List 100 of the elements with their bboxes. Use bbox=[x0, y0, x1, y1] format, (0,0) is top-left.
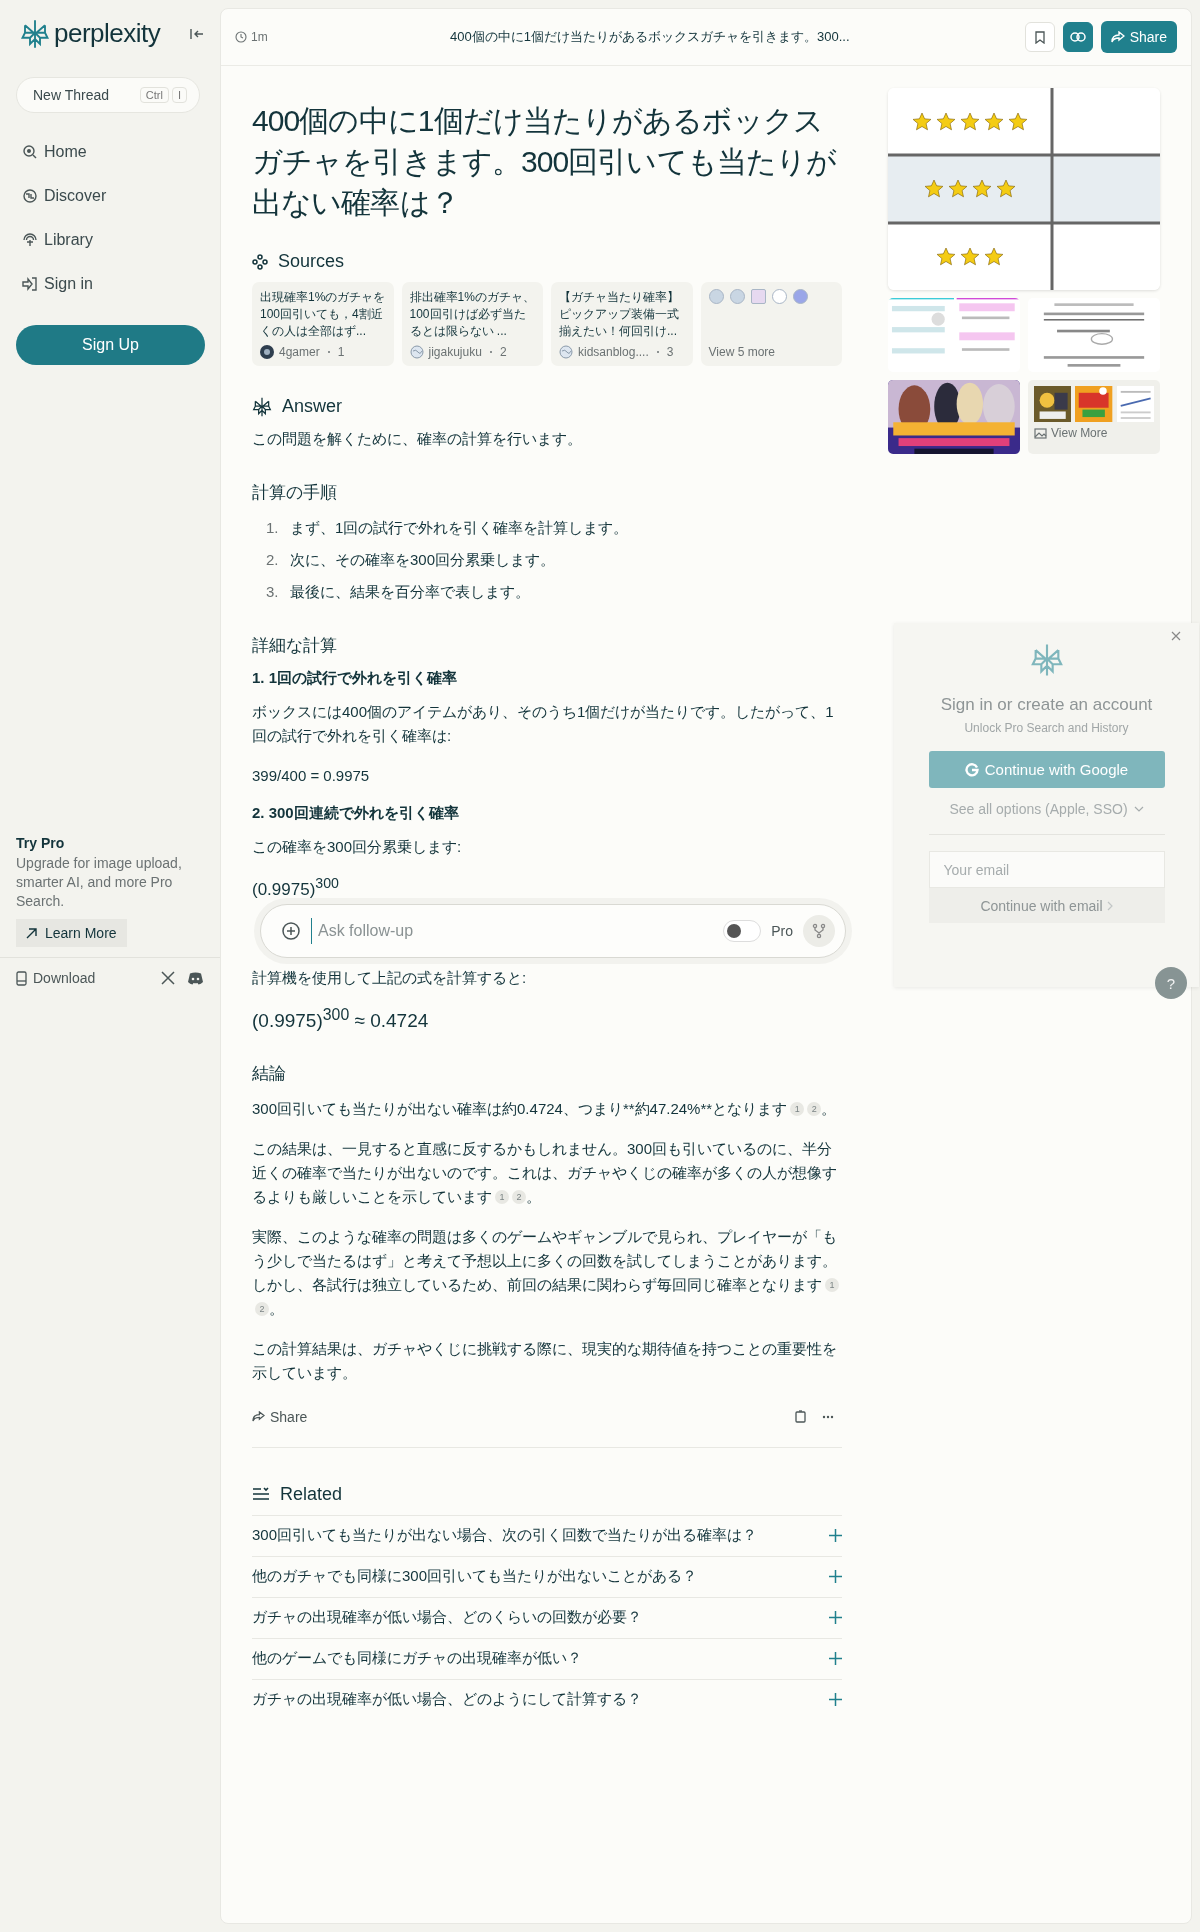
source-title: 【ガチャ当たり確率】ピックアップ装備一式揃えたい！何回引け... bbox=[559, 289, 680, 340]
brand-name: perplexity bbox=[54, 18, 162, 49]
globe-icon bbox=[22, 188, 38, 204]
section-title: Answer bbox=[282, 396, 343, 417]
panel-title: Sign in or create an account bbox=[940, 695, 1153, 715]
related-question[interactable]: 300回引いても当たりが出ない場合、次の引く回数で当たりが出る確率は？ bbox=[252, 1515, 842, 1556]
thread-age: 1m bbox=[251, 30, 268, 44]
sources-icon bbox=[252, 253, 268, 270]
paragraph: 実際、このような確率の問題は多くのゲームやギャンブルで見られ、プレイヤーが「もう少しで当たるはず」と考えて予想以上に多くの回数を試してしまうことがあります。しかし、各試行は独立しているため、前回の結果に関わらず毎回同じ確率となります 1 2 。 bbox=[252, 1227, 840, 1319]
download-button[interactable]: Download bbox=[16, 970, 149, 986]
section-heading: 計算の手順 bbox=[252, 482, 338, 504]
section-title: Related bbox=[280, 1484, 343, 1505]
sign-in-icon bbox=[22, 276, 38, 292]
nav-item[interactable]: Home bbox=[16, 137, 204, 167]
site-icon bbox=[708, 289, 724, 304]
logo-icon bbox=[20, 18, 50, 49]
related-icon bbox=[252, 1487, 270, 1502]
clock-icon bbox=[235, 31, 247, 43]
site-name: kidsanblog.... bbox=[578, 345, 649, 359]
plus-icon bbox=[829, 1529, 842, 1543]
more-icon[interactable] bbox=[822, 1415, 834, 1419]
x-icon[interactable] bbox=[161, 971, 175, 985]
related-question[interactable]: ガチャの出現確率が低い場合、どのくらいの回数が必要？ bbox=[252, 1597, 842, 1638]
source-card[interactable]: 【ガチャ当たり確率】ピックアップ装備一式揃えたい！何回引け... kidsanblog.... 3 bbox=[551, 282, 693, 366]
paragraph: 399/400 = 0.9975 bbox=[252, 766, 371, 786]
subheading: 2. 300回連続で外れを引く確率 bbox=[252, 804, 460, 823]
related-question[interactable]: ガチャの出現確率が低い場合、どのようにして計算する？ bbox=[252, 1679, 842, 1720]
share-button[interactable]: Share bbox=[1100, 21, 1177, 53]
site-icon bbox=[771, 289, 787, 304]
bookmark-icon[interactable] bbox=[1024, 22, 1055, 52]
site-icon bbox=[729, 289, 745, 304]
site-icon bbox=[792, 289, 808, 304]
link-icon[interactable] bbox=[1062, 22, 1093, 52]
list-number: 3. bbox=[266, 582, 280, 602]
share-icon bbox=[252, 1411, 265, 1423]
related-question[interactable]: 他のゲームでも同様にガチャの出現確率が低い？ bbox=[252, 1638, 842, 1679]
pro-label: Pro bbox=[771, 922, 793, 939]
list-number: 2. bbox=[266, 550, 280, 570]
view-more-link[interactable]: View 5 more bbox=[708, 345, 834, 359]
source-card[interactable]: 排出確率1%のガチャ、100回引けば必ず当たるとは限らない ... jigakujuku 2 bbox=[401, 282, 543, 366]
plus-icon bbox=[829, 1570, 842, 1584]
chat-icon[interactable] bbox=[187, 971, 204, 985]
nav-item[interactable]: Discover bbox=[16, 181, 204, 211]
paragraph: この確率を300回分累乗します: bbox=[252, 837, 463, 857]
subheading: 1. 1回の試行で外れを引く確率 bbox=[252, 669, 459, 688]
section-title: Sources bbox=[278, 251, 345, 272]
globe-icon bbox=[409, 345, 424, 359]
formula: (0.9975)$^{300}$ ≈ 0.4724 bbox=[252, 1005, 430, 1032]
learn-more-button[interactable]: Learn More bbox=[16, 919, 127, 947]
source-title: 排出確率1%のガチャ、100回引けば必ず当たるとは限らない ... bbox=[409, 289, 535, 340]
fork-icon[interactable] bbox=[803, 914, 835, 947]
chevron-right-icon bbox=[1106, 900, 1113, 911]
arrow-icon bbox=[26, 927, 37, 939]
more-sources-card[interactable]: View 5 more bbox=[700, 282, 842, 366]
logo-icon bbox=[1029, 643, 1064, 677]
panel-subtitle: Unlock Pro Search and History bbox=[964, 721, 1129, 735]
source-number: 2 bbox=[499, 345, 507, 359]
plus-icon bbox=[829, 1652, 842, 1666]
section-heading: 詳細な計算 bbox=[252, 635, 338, 657]
view-more-button[interactable]: View More bbox=[1028, 380, 1160, 454]
list-item: まず、1回の試行で外れを引く確率を計算します。 bbox=[290, 518, 629, 538]
site-icon bbox=[750, 289, 766, 304]
pro-toggle[interactable] bbox=[723, 919, 762, 942]
answer-icon bbox=[252, 396, 272, 417]
promo-text: Upgrade for image upload, smarter AI, and more Pro Search. bbox=[16, 854, 183, 911]
list-item: 最後に、結果を百分率で表します。 bbox=[290, 582, 530, 602]
share-icon bbox=[1110, 31, 1125, 43]
new-thread-button[interactable]: New Thread Ctrl I bbox=[16, 77, 200, 113]
nav-item[interactable]: Library bbox=[16, 225, 204, 255]
list-item: 次に、その確率を300回分累乗します。 bbox=[290, 550, 556, 570]
close-icon[interactable] bbox=[1171, 631, 1181, 641]
chevron-down-icon bbox=[1133, 806, 1144, 812]
g-icon bbox=[964, 762, 979, 777]
site-icon bbox=[260, 345, 274, 359]
paragraph: 計算機を使用して上記の式を計算すると: bbox=[252, 967, 528, 988]
paragraph: この計算結果は、ガチャやくじに挑戦する際に、現実的な期待値を持つことの重要性を示しています。 bbox=[252, 1339, 838, 1383]
copy-icon[interactable] bbox=[795, 1410, 806, 1424]
share-button[interactable]: Share bbox=[252, 1409, 779, 1425]
image-icon bbox=[1034, 427, 1047, 439]
phone-icon bbox=[16, 970, 27, 986]
site-name: jigakujuku bbox=[428, 345, 482, 359]
list-number: 1. bbox=[266, 518, 280, 538]
thread-title: 400個の中に1個だけ当たりがあるボックスガチャを引きます。300... bbox=[449, 28, 851, 46]
source-title: 出現確率1%のガチャを100回引いても，4割近くの人は全部はず... bbox=[260, 289, 386, 340]
nav-item[interactable]: Sign in bbox=[16, 269, 204, 299]
collapse-icon[interactable] bbox=[190, 27, 204, 40]
paragraph: 300回引いても当たりが出ない確率は約0.4724、つまり**約47.24%**となります 1 2 。 bbox=[252, 1099, 838, 1119]
sign-up-button[interactable]: Sign Up bbox=[16, 325, 205, 365]
plus-icon bbox=[829, 1611, 842, 1625]
source-number: 1 bbox=[337, 345, 345, 359]
related-question[interactable]: 他のガチャでも同様に300回引いても当たりが出ないことがある？ bbox=[252, 1556, 842, 1597]
formula: (0.9975)$^{300}$ bbox=[252, 875, 340, 900]
promo-title: Try Pro bbox=[16, 835, 66, 851]
broadcast-icon bbox=[22, 232, 38, 248]
question-title: 400個の中に1個だけ当たりがあるボックスガチャを引きます。300回引いても当たりが出ない確率は？ bbox=[252, 103, 838, 221]
follow-up-input[interactable]: Ask follow-up bbox=[311, 917, 714, 944]
add-icon[interactable] bbox=[281, 920, 301, 941]
source-card[interactable]: 出現確率1%のガチャを100回引いても，4割近くの人は全部はず... 4gamer 1 bbox=[252, 282, 394, 366]
email-input[interactable]: Your email bbox=[928, 851, 1165, 888]
globe-icon bbox=[559, 345, 573, 359]
